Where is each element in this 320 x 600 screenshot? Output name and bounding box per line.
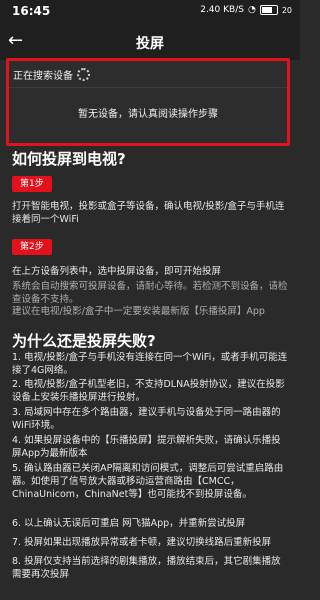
- no-device-message: 暂无设备，请认真阅读操作步骤: [78, 109, 218, 120]
- fail-item-1: 1. 电视/投影/盒子与手机没有连接在同一个WiFi，或者手机可能连接了4G网络…: [12, 352, 288, 376]
- step2-badge: 第2步: [12, 239, 52, 255]
- fail-item-3: 3. 局域网中存在多个路由器，建议手机与设备处于同一路由器的WiFi环境。: [12, 407, 281, 431]
- status-time: 16:45: [12, 4, 51, 18]
- page-title: 投屏: [136, 36, 164, 52]
- step2-note2: 建议在电视/投影/盒子中一定要安装最新版【乐播投屏】App: [12, 306, 265, 317]
- loading-spinner-icon: [77, 68, 90, 81]
- battery-icon: [259, 5, 278, 15]
- status-bar: 16:45 2.40 KB/S ◔ 20: [0, 0, 300, 24]
- wifi-icon: ◔: [247, 5, 256, 15]
- fail-item-5: 5. 确认路由器已关闭AP隔离和访问模式，调整后可尝试重启路由器。如使用了信号放…: [12, 463, 284, 500]
- battery-level: 20: [281, 5, 292, 15]
- step1-text: 打开智能电视，投影或盒子等设备，确认电视/投影/盒子与手机连接着同一个WiFi: [12, 201, 285, 225]
- searching-row: 正在搜索设备: [13, 67, 90, 82]
- fail-item-6: 6. 以上确认无误后可重启 网飞猫App，并重新尝试投屏: [12, 518, 246, 529]
- fail-item-7: 7. 投屏如果出现播放异常或者卡顿，建议切换线路后重新投屏: [12, 537, 272, 548]
- fail-item-4: 4. 如果投屏设备中的【乐播投屏】提示解析失败，请确认乐播投屏App为最新版本: [12, 435, 281, 459]
- step2-note: 系统会自动搜索可投屏设备，请耐心等待。若检测不到设备，请检查设备不支持。: [12, 281, 288, 305]
- status-icons: 2.40 KB/S ◔ 20: [200, 5, 292, 15]
- how-to-cast-title: 如何投屏到电视?: [12, 150, 126, 168]
- divider: [9, 87, 287, 88]
- fail-item-8: 8. 投屏仅支持当前选择的剧集播放，播放结束后，其它剧集播放需要再次投屏: [12, 556, 281, 580]
- step2-text: 在上方设备列表中，选中投屏设备，即可开始投屏: [12, 266, 222, 277]
- device-search-panel: 正在搜索设备 暂无设备，请认真阅读操作步骤: [6, 58, 290, 146]
- fail-item-2: 2. 电视/投影/盒子机型老旧，不支持DLNA投射协议，建议在投影设备上安装乐播…: [12, 379, 285, 403]
- network-speed: 2.40 KB/S: [200, 5, 244, 15]
- step1-badge: 第1步: [12, 176, 52, 192]
- nav-bar: ← 投屏: [0, 24, 300, 60]
- searching-text: 正在搜索设备: [13, 71, 73, 82]
- fail-title: 为什么还是投屏失败?: [12, 332, 156, 350]
